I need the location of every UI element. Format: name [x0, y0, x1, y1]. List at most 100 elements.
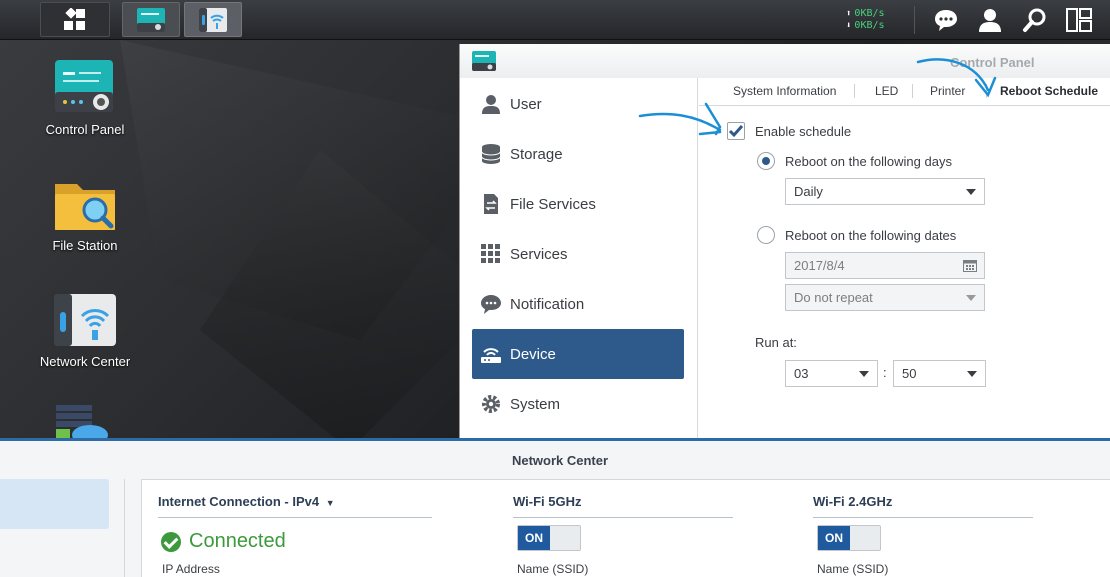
chevron-down-icon	[966, 189, 976, 195]
connection-status: Connected	[161, 530, 286, 553]
device-icon	[481, 348, 501, 363]
search-icon[interactable]	[1021, 6, 1049, 34]
sidebar-item-label: Storage	[510, 145, 563, 163]
toggle-on-label: ON	[818, 526, 850, 550]
sidebar-divider	[124, 479, 125, 577]
reboot-dates-radio[interactable]	[757, 226, 775, 244]
window-title-bar[interactable]: Control Panel	[460, 44, 1110, 78]
wifi-24ghz-heading: Wi-Fi 2.4GHz	[813, 494, 893, 509]
minute-value: 50	[902, 366, 917, 381]
repeat-select[interactable]: Do not repeat	[785, 284, 985, 311]
sidebar-item-device[interactable]: Device	[472, 329, 684, 379]
chevron-down-icon	[859, 371, 869, 377]
section-underline	[158, 517, 432, 518]
chevron-down-icon	[966, 295, 976, 301]
network-center-sidebar-selected[interactable]	[0, 479, 109, 529]
services-icon	[481, 244, 500, 263]
network-center-content: Internet Connection - IPv4 ▼ Connected I…	[141, 479, 1110, 577]
sidebar-item-label: Services	[510, 245, 568, 263]
desktop-icon-label: File Station	[52, 238, 118, 253]
reboot-dates-label: Reboot on the following dates	[785, 228, 957, 243]
sidebar-item-label: Device	[510, 345, 556, 363]
tab-reboot-schedule[interactable]: Reboot Schedule	[994, 84, 1104, 104]
desktop-icon-file-station[interactable]: File Station	[30, 176, 140, 261]
days-select[interactable]: Daily	[785, 178, 985, 205]
sidebar-item-system[interactable]: System	[472, 379, 684, 429]
enable-schedule-checkbox[interactable]	[727, 122, 745, 140]
window-title: Network Center	[511, 453, 609, 468]
taskbar-network-center-button[interactable]	[184, 2, 242, 37]
main-menu-button[interactable]	[40, 2, 110, 37]
hour-value: 03	[794, 366, 809, 381]
ssid-label-5ghz: Name (SSID)	[517, 562, 589, 576]
tab-separator	[854, 84, 855, 98]
control-panel-icon	[55, 60, 113, 112]
taskbar-control-panel-button[interactable]	[122, 2, 180, 37]
tab-separator	[912, 84, 913, 98]
date-picker-field[interactable]: 2017/8/4	[785, 252, 985, 279]
control-panel-icon	[472, 51, 496, 71]
cloud-sync-icon[interactable]	[52, 403, 112, 439]
repeat-select-value: Do not repeat	[794, 290, 873, 305]
internet-connection-heading[interactable]: Internet Connection - IPv4 ▼	[158, 494, 335, 509]
system-icon	[482, 395, 500, 413]
ip-address-label: IP Address	[162, 562, 220, 576]
sidebar-item-storage[interactable]: Storage	[472, 129, 684, 179]
calendar-icon	[963, 260, 977, 272]
wifi-5ghz-toggle[interactable]: ON	[517, 525, 581, 551]
sidebar-item-label: User	[510, 95, 542, 113]
desktop-icon-label: Network Center	[39, 354, 131, 369]
network-speed-indicator: ⬆ 0KB/s ⬇ 0KB/s	[846, 0, 885, 40]
hour-select[interactable]: 03	[785, 360, 878, 387]
storage-icon	[481, 144, 501, 164]
tab-printer[interactable]: Printer	[924, 84, 971, 104]
check-circle-icon	[161, 531, 181, 552]
folder-icon	[55, 184, 115, 230]
tab-led[interactable]: LED	[869, 84, 904, 104]
sidebar-item-label: Notification	[510, 295, 585, 313]
network-center-icon	[54, 294, 116, 346]
control-panel-icon	[137, 7, 165, 32]
control-panel-window: Control Panel User Storage File Services	[459, 44, 1110, 438]
date-value: 2017/8/4	[794, 258, 845, 273]
notification-icon	[481, 295, 501, 314]
sidebar-item-services[interactable]: Services	[472, 229, 684, 279]
internet-connection-title: Internet Connection - IPv4	[158, 494, 320, 509]
minute-select[interactable]: 50	[893, 360, 986, 387]
desktop-icon-network-center[interactable]: Network Center	[30, 292, 140, 377]
wifi-24ghz-toggle[interactable]: ON	[817, 525, 881, 551]
desktop-icon-label: Control Panel	[45, 122, 125, 137]
run-at-label: Run at:	[755, 335, 797, 350]
sidebar-item-notification[interactable]: Notification	[472, 279, 684, 329]
taskbar-divider	[914, 6, 915, 34]
upload-arrow-icon: ⬆	[846, 9, 852, 19]
toggle-on-label: ON	[518, 526, 550, 550]
ssid-label-24ghz: Name (SSID)	[817, 562, 889, 576]
sidebar-item-file-services[interactable]: File Services	[472, 179, 684, 229]
network-center-icon	[199, 7, 227, 32]
reboot-days-radio[interactable]	[757, 152, 775, 170]
upload-speed: 0KB/s	[854, 8, 885, 19]
caret-down-icon: ▼	[325, 498, 335, 508]
time-separator: :	[883, 365, 887, 380]
tab-bar: System Information LED Printer Reboot Sc…	[699, 78, 1110, 106]
chat-icon[interactable]	[932, 6, 960, 34]
widgets-icon[interactable]	[1065, 6, 1093, 34]
days-select-value: Daily	[794, 184, 823, 199]
desktop-icon-control-panel[interactable]: Control Panel	[30, 58, 140, 143]
chevron-down-icon	[967, 371, 977, 377]
download-arrow-icon: ⬇	[846, 21, 852, 31]
tab-separator	[986, 84, 987, 98]
download-speed: 0KB/s	[854, 20, 885, 31]
section-underline	[813, 517, 1033, 518]
user-icon	[482, 95, 500, 114]
checkmark-icon	[728, 125, 744, 138]
connection-status-text: Connected	[189, 530, 286, 552]
enable-schedule-label: Enable schedule	[755, 124, 852, 139]
control-panel-sidebar: User Storage File Services Services Noti…	[460, 78, 698, 438]
apps-grid-icon	[64, 7, 85, 30]
wifi-5ghz-heading: Wi-Fi 5GHz	[513, 494, 582, 509]
user-account-icon[interactable]	[976, 6, 1004, 34]
sidebar-item-user[interactable]: User	[472, 79, 684, 129]
tab-system-information[interactable]: System Information	[727, 84, 842, 104]
